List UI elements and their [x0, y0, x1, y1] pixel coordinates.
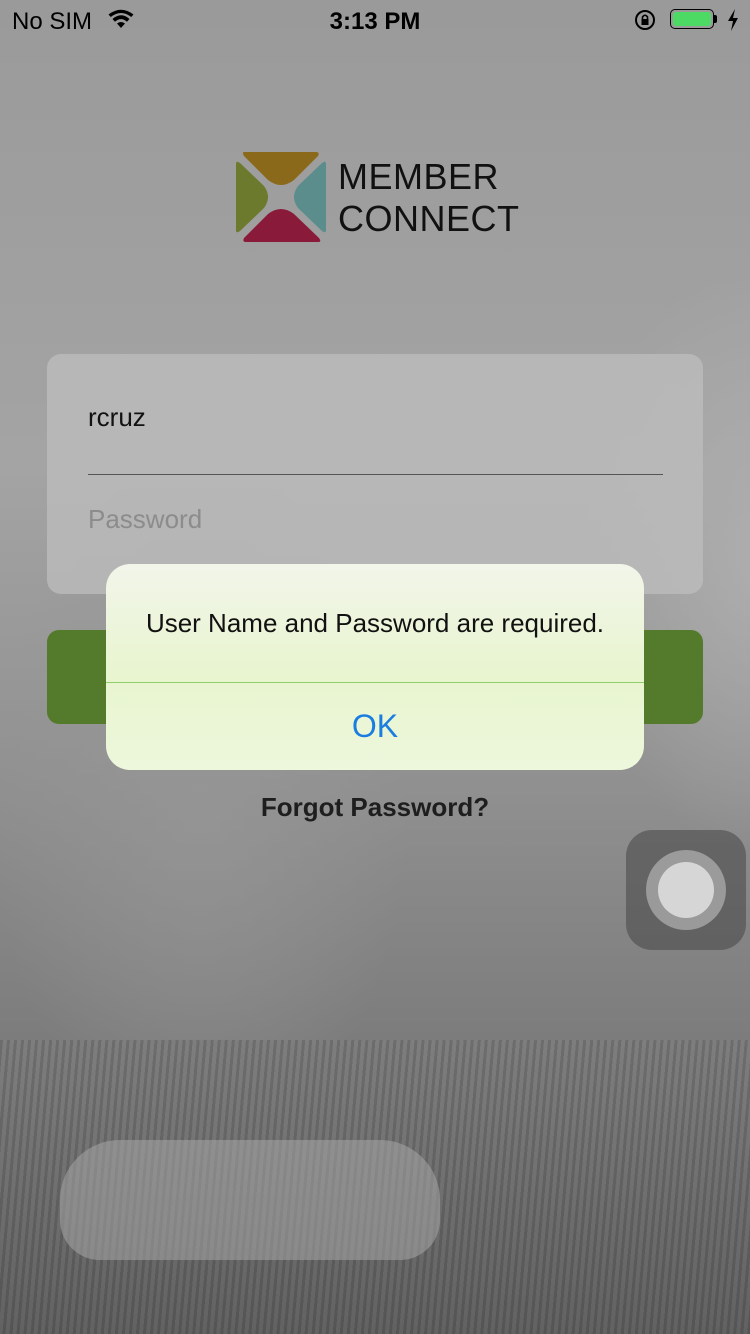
orientation-lock-icon: [635, 10, 655, 30]
alert-ok-button[interactable]: OK: [106, 683, 644, 770]
login-card: rcruz Password: [47, 354, 703, 594]
battery-level-fill: [673, 12, 711, 26]
brand-line2: CONNECT: [338, 198, 520, 239]
brand-line1: MEMBER: [338, 156, 500, 197]
background-feet: [60, 1140, 440, 1260]
charging-bolt-icon: [728, 9, 738, 31]
battery-icon: [670, 9, 718, 31]
alert-dialog: User Name and Password are required. OK: [106, 564, 644, 770]
forgot-password-link[interactable]: Forgot Password?: [0, 792, 750, 823]
status-bar: No SIM 3:13 PM: [0, 0, 750, 40]
alert-message: User Name and Password are required.: [145, 608, 605, 638]
member-connect-logo: [236, 152, 326, 242]
password-field[interactable]: Password: [88, 504, 663, 564]
username-field[interactable]: rcruz: [88, 402, 663, 475]
brand-name: MEMBER CONNECT: [338, 156, 520, 240]
assistive-touch-button[interactable]: [626, 830, 746, 950]
assistive-touch-dot: [658, 862, 714, 918]
